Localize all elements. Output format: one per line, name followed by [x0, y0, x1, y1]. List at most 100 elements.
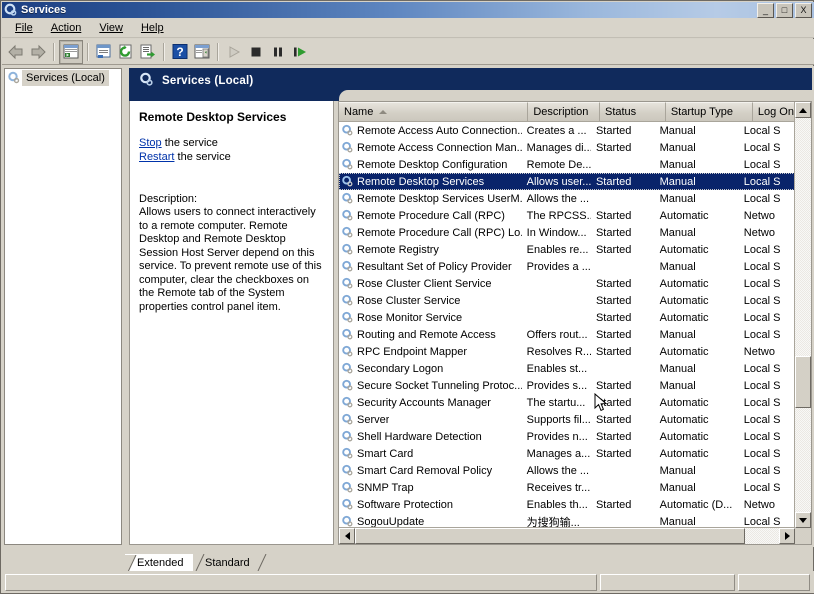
cell-log-on: Local S [743, 328, 781, 341]
scroll-up-button[interactable] [795, 102, 811, 118]
cell-status: Started [595, 294, 632, 307]
restart-service-link[interactable]: Restart [139, 151, 174, 163]
service-name: Remote Desktop Services UserM... [357, 192, 522, 205]
close-button[interactable]: X [795, 3, 812, 18]
sort-ascending-icon [379, 110, 388, 114]
table-row[interactable]: SNMP Trap Receives tr... Manual Local S [339, 479, 795, 496]
export-list-icon[interactable] [137, 41, 159, 63]
menu-action[interactable]: Action [42, 20, 91, 36]
menu-file-label: File [15, 21, 33, 34]
tab-extended[interactable]: Extended [125, 554, 197, 572]
services-gear-icon [342, 498, 353, 510]
cell-log-on: Netwo [743, 209, 775, 222]
back-icon[interactable] [5, 41, 27, 63]
detail-spacer [139, 178, 325, 192]
cell-status: Started [595, 379, 632, 392]
cell-status: Started [595, 243, 632, 256]
cell-description: Offers rout... [526, 328, 588, 341]
list-vertical-scrollbar[interactable] [794, 102, 811, 528]
table-row[interactable]: RPC Endpoint Mapper Resolves R... Started A… [339, 343, 795, 360]
show-hide-console-tree-icon[interactable] [59, 39, 83, 64]
table-row[interactable]: Remote Registry Enables re... Started Autom… [339, 241, 795, 258]
show-hide-action-pane-icon[interactable] [191, 41, 213, 63]
column-header-status[interactable]: Status [599, 102, 666, 121]
cell-log-on: Local S [743, 243, 781, 256]
scroll-left-button[interactable] [339, 528, 355, 544]
table-row[interactable]: Remote Desktop Services UserM... Allows t… [339, 190, 795, 207]
vertical-scrollbar-thumb[interactable] [795, 356, 811, 408]
table-row[interactable]: Secondary Logon Enables st... Manual Local … [339, 360, 795, 377]
cell-log-on: Netwo [743, 345, 775, 358]
scroll-down-button[interactable] [795, 512, 811, 528]
maximize-button[interactable]: □ [776, 3, 793, 18]
cell-name: Server [339, 413, 522, 426]
column-header-name[interactable]: Name [339, 102, 529, 121]
restart-service-icon[interactable] [289, 41, 311, 63]
cell-log-on: Local S [743, 175, 781, 188]
refresh-icon[interactable] [115, 41, 137, 63]
table-row[interactable]: Security Accounts Manager The startu... St… [339, 394, 795, 411]
table-row[interactable]: Secure Socket Tunneling Protoc... Provide… [339, 377, 795, 394]
pause-service-icon[interactable] [267, 41, 289, 63]
table-row[interactable]: Rose Cluster Client Service Started Automa… [339, 275, 795, 292]
cell-description: Enables th... [526, 498, 588, 511]
services-gear-icon [342, 294, 353, 306]
table-row[interactable]: Remote Procedure Call (RPC) The RPCSS... S… [339, 207, 795, 224]
cell-log-on: Local S [743, 124, 781, 137]
services-gear-icon [342, 447, 353, 459]
table-row[interactable]: Remote Desktop Configuration Remote De...… [339, 156, 795, 173]
services-gear-icon [342, 379, 353, 391]
stop-service-icon[interactable] [245, 41, 267, 63]
table-row[interactable]: Rose Cluster Service Started Automatic Loca… [339, 292, 795, 309]
forward-icon[interactable] [27, 41, 49, 63]
services-gear-icon [342, 430, 353, 442]
table-row[interactable]: Resultant Set of Policy Provider Provides… [339, 258, 795, 275]
service-name: Remote Access Connection Man... [357, 141, 522, 154]
stop-service-link[interactable]: Stop [139, 137, 162, 149]
column-header-description[interactable]: Description [528, 102, 600, 121]
table-row[interactable]: Smart Card Removal Policy Allows the ... M… [339, 462, 795, 479]
service-name: Routing and Remote Access [357, 328, 496, 341]
cell-startup-type: Automatic [659, 430, 709, 443]
properties-icon[interactable] [93, 41, 115, 63]
menu-view[interactable]: View [90, 20, 132, 36]
tab-edge [195, 554, 205, 571]
sidebar-item-services-local[interactable]: Services (Local) [7, 70, 121, 86]
table-row[interactable]: Remote Desktop Services Allows user... Sta… [339, 173, 795, 190]
column-header-startup-type[interactable]: Startup Type [665, 102, 753, 121]
service-name: SNMP Trap [357, 481, 414, 494]
table-row[interactable]: Software Protection Enables th... Started A… [339, 496, 795, 513]
services-gear-icon [342, 158, 353, 170]
cell-startup-type: Automatic [659, 345, 709, 358]
menu-help[interactable]: Help [132, 20, 173, 36]
table-row[interactable]: Shell Hardware Detection Provides n... Sta… [339, 428, 795, 445]
cell-startup-type: Manual [659, 464, 696, 477]
table-row[interactable]: Remote Access Connection Man... Manages d… [339, 139, 795, 156]
service-name: Shell Hardware Detection [357, 430, 482, 443]
table-row[interactable]: Smart Card Manages a... Started Automatic Lo… [339, 445, 795, 462]
cell-name: Remote Procedure Call (RPC) Lo... [339, 226, 522, 239]
cell-name: Rose Monitor Service [339, 311, 522, 324]
cell-name: Remote Procedure Call (RPC) [339, 209, 522, 222]
scroll-right-button[interactable] [779, 528, 795, 544]
table-row[interactable]: SogouUpdate 为搜狗输... Manual Local S [339, 513, 795, 528]
menu-file[interactable]: File [6, 20, 42, 36]
table-row[interactable]: Remote Procedure Call (RPC) Lo... In Wind… [339, 224, 795, 241]
table-row[interactable]: Server Supports fil... Started Automatic Loc… [339, 411, 795, 428]
service-name: Secure Socket Tunneling Protoc... [357, 379, 522, 392]
status-pane-1 [5, 573, 597, 591]
cell-description: Creates a ... [526, 124, 587, 137]
start-service-icon[interactable] [223, 41, 245, 63]
table-row[interactable]: Rose Monitor Service Started Automatic Loca… [339, 309, 795, 326]
minimize-button[interactable]: _ [757, 3, 774, 18]
cell-description: Enables re... [526, 243, 589, 256]
description-label: Description: [139, 193, 198, 205]
list-horizontal-scrollbar[interactable] [339, 527, 795, 544]
window-controls: _ □ X [757, 3, 812, 18]
table-row[interactable]: Remote Access Auto Connection... Creates … [339, 122, 795, 139]
horizontal-scrollbar-thumb[interactable] [355, 528, 745, 544]
toolbar: ? [2, 39, 814, 65]
table-row[interactable]: Routing and Remote Access Offers rout... S… [339, 326, 795, 343]
services-gear-icon [342, 464, 353, 476]
help-icon[interactable]: ? [169, 41, 191, 63]
